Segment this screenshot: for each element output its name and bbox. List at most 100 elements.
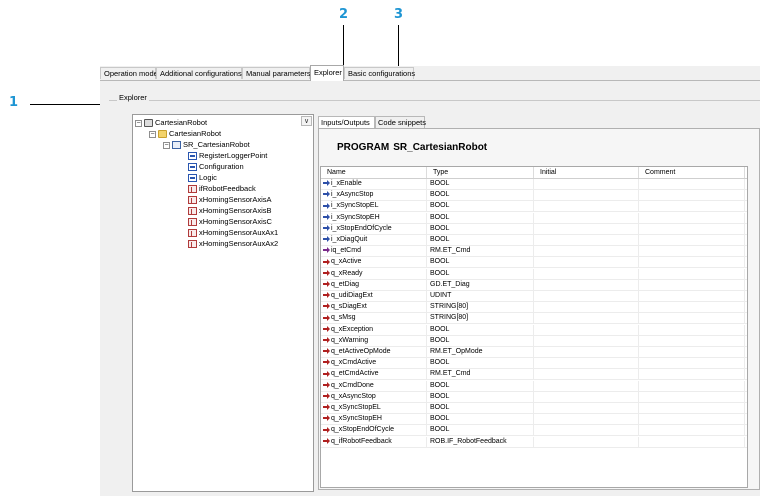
tree-node-logic[interactable]: Logic [188, 172, 217, 183]
tree-node-register-logger-point[interactable]: RegisterLoggerPoint [188, 150, 267, 161]
cell-initial[interactable] [534, 190, 639, 201]
cell-name[interactable]: q_xStopEndOfCycle [321, 425, 427, 436]
cell-initial[interactable] [534, 403, 639, 413]
cell-type[interactable]: BOOL [427, 358, 534, 369]
cell-name[interactable]: iq_etCmd [321, 246, 427, 257]
cell-name[interactable]: i_xSyncStopEL [321, 201, 427, 212]
cell-type[interactable]: BOOL [427, 380, 534, 391]
cell-name[interactable]: q_xSyncStopEH [321, 414, 427, 425]
table-row[interactable]: i_xAsyncStop BOOL [321, 190, 747, 202]
cell-initial[interactable] [534, 246, 639, 257]
cell-initial[interactable] [534, 414, 639, 425]
cell-name[interactable]: q_xWarning [321, 335, 427, 346]
cell-initial[interactable] [534, 223, 639, 234]
cell-comment[interactable] [639, 347, 745, 357]
table-row[interactable]: q_xCmdActive BOOL [321, 358, 747, 370]
tree-node-homing-aux-ax1[interactable]: xHomingSensorAuxAx1 [188, 227, 278, 238]
cell-initial[interactable] [534, 369, 639, 380]
cell-comment[interactable] [639, 212, 745, 223]
cell-comment[interactable] [639, 179, 745, 189]
cell-type[interactable]: STRING[80] [427, 302, 534, 313]
tree-node-homing-axis-c[interactable]: xHomingSensorAxisC [188, 216, 272, 227]
cell-type[interactable]: BOOL [427, 257, 534, 268]
cell-initial[interactable] [534, 235, 639, 245]
cell-type[interactable]: BOOL [427, 179, 534, 189]
cell-comment[interactable] [639, 190, 745, 201]
cell-type[interactable]: BOOL [427, 414, 534, 425]
tab-manual-parameters[interactable]: Manual parameters [242, 67, 311, 79]
cell-name[interactable]: q_etDiag [321, 279, 427, 290]
table-row[interactable]: q_sMsg STRING[80] [321, 313, 747, 325]
cell-type[interactable]: BOOL [427, 391, 534, 402]
cell-type[interactable]: BOOL [427, 201, 534, 212]
table-row[interactable]: q_xWarning BOOL [321, 335, 747, 347]
cell-initial[interactable] [534, 302, 639, 313]
cell-type[interactable]: BOOL [427, 335, 534, 346]
table-row[interactable]: q_xCmdDone BOOL [321, 380, 747, 392]
cell-name[interactable]: q_xAsyncStop [321, 391, 427, 402]
table-row[interactable]: q_xActive BOOL [321, 257, 747, 269]
cell-initial[interactable] [534, 291, 639, 301]
cell-type[interactable]: RM.ET_OpMode [427, 347, 534, 357]
table-row[interactable]: i_xSyncStopEH BOOL [321, 212, 747, 224]
tree-node-homing-aux-ax2[interactable]: xHomingSensorAuxAx2 [188, 238, 278, 249]
cell-comment[interactable] [639, 414, 745, 425]
cell-type[interactable]: BOOL [427, 425, 534, 436]
collapse-toggle-icon[interactable]: − [163, 141, 170, 149]
project-tree[interactable]: ∨ − CartesianRobot − CartesianRobot − SR_Ca… [132, 114, 314, 492]
cell-comment[interactable] [639, 369, 745, 380]
cell-name[interactable]: q_ifRobotFeedback [321, 436, 427, 447]
table-row[interactable]: q_xSyncStopEL BOOL [321, 403, 747, 414]
cell-comment[interactable] [639, 223, 745, 234]
cell-type[interactable]: ROB.IF_RobotFeedback [427, 436, 534, 447]
cell-comment[interactable] [639, 380, 745, 391]
cell-type[interactable]: BOOL [427, 324, 534, 335]
cell-name[interactable]: i_xEnable [321, 179, 427, 189]
cell-comment[interactable] [639, 302, 745, 313]
table-row[interactable]: q_xAsyncStop BOOL [321, 391, 747, 403]
cell-initial[interactable] [534, 201, 639, 212]
cell-name[interactable]: q_xCmdDone [321, 380, 427, 391]
cell-comment[interactable] [639, 358, 745, 369]
collapse-toggle-icon[interactable]: − [149, 130, 156, 138]
cell-comment[interactable] [639, 324, 745, 335]
table-row[interactable]: i_xStopEndOfCycle BOOL [321, 223, 747, 235]
cell-initial[interactable] [534, 179, 639, 189]
tree-node-configuration[interactable]: Configuration [188, 161, 244, 172]
collapse-toggle-icon[interactable]: − [135, 119, 142, 127]
tree-node-program[interactable]: − SR_CartesianRobot [163, 139, 250, 150]
cell-name[interactable]: q_xActive [321, 257, 427, 268]
cell-name[interactable]: i_xAsyncStop [321, 190, 427, 201]
table-row[interactable]: i_xEnable BOOL [321, 179, 747, 190]
table-row[interactable]: q_xStopEndOfCycle BOOL [321, 425, 747, 437]
tree-node-robot[interactable]: − CartesianRobot [135, 117, 207, 128]
cell-name[interactable]: q_xReady [321, 268, 427, 279]
cell-initial[interactable] [534, 335, 639, 346]
table-row[interactable]: i_xSyncStopEL BOOL [321, 201, 747, 213]
cell-type[interactable]: BOOL [427, 223, 534, 234]
cell-initial[interactable] [534, 268, 639, 279]
tab-additional-configurations[interactable]: Additional configurations [156, 67, 242, 79]
table-row[interactable]: q_xReady BOOL [321, 268, 747, 280]
cell-comment[interactable] [639, 291, 745, 301]
cell-type[interactable]: BOOL [427, 403, 534, 413]
table-row[interactable]: q_sDiagExt STRING[80] [321, 302, 747, 314]
cell-type[interactable]: GD.ET_Diag [427, 279, 534, 290]
cell-comment[interactable] [639, 235, 745, 245]
column-header-comment[interactable]: Comment [639, 167, 745, 178]
cell-name[interactable]: q_xSyncStopEL [321, 403, 427, 413]
cell-comment[interactable] [639, 246, 745, 257]
cell-initial[interactable] [534, 436, 639, 447]
cell-name[interactable]: q_etActiveOpMode [321, 347, 427, 357]
cell-comment[interactable] [639, 425, 745, 436]
column-header-type[interactable]: Type [427, 167, 534, 178]
tab-inputs-outputs[interactable]: Inputs/Outputs [318, 116, 375, 128]
cell-comment[interactable] [639, 436, 745, 447]
cell-name[interactable]: q_sDiagExt [321, 302, 427, 313]
cell-initial[interactable] [534, 279, 639, 290]
table-row[interactable]: q_xException BOOL [321, 324, 747, 336]
cell-name[interactable]: i_xSyncStopEH [321, 212, 427, 223]
column-header-name[interactable]: Name [321, 167, 427, 178]
cell-comment[interactable] [639, 268, 745, 279]
cell-initial[interactable] [534, 313, 639, 324]
